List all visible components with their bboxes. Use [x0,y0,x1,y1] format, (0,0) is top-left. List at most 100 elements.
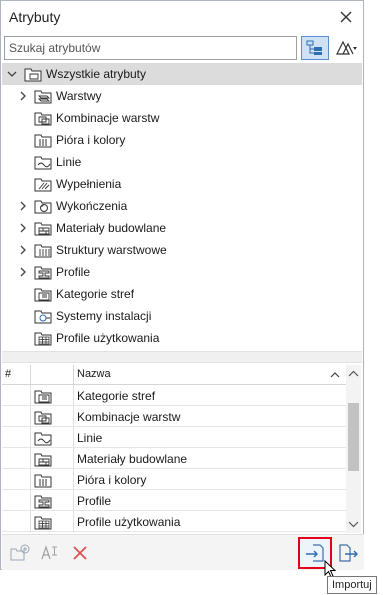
tree-item-label: Profile użytkowania [56,331,160,345]
profiles-icon [34,495,52,509]
layer-combinations-icon [34,112,52,126]
tree-item-line-types[interactable]: Linie [2,151,362,173]
tree-item-composites[interactable]: Struktury warstwowe [2,239,362,261]
delete-icon [73,546,87,560]
close-icon[interactable] [340,11,352,23]
chevron-right-icon[interactable] [18,223,28,233]
attribute-table: # Nazwa Kategorie stref Kombinacje warst… [2,365,362,533]
table-row[interactable]: Materiały budowlane [2,448,346,469]
list-view-toggle-button[interactable] [301,36,329,60]
pens-colors-icon [34,134,52,148]
tree-item-label: Wszystkie atrybuty [46,67,147,81]
tree-item-label: Wykończenia [56,199,128,213]
layer-combinations-icon [34,411,52,425]
table-row[interactable]: Profile użytkowania [2,511,346,532]
new-folder-icon [10,544,30,561]
column-divider[interactable] [73,365,74,385]
tooltip: Importuj [327,576,377,594]
search-input[interactable] [4,36,297,60]
surfaces-icon [34,200,52,214]
profiles-icon [34,266,52,280]
search-row [4,36,361,60]
table-cell-name: Materiały budowlane [77,452,188,466]
tree-item-label: Materiały budowlane [56,221,167,235]
column-header-number[interactable]: # [5,368,11,380]
table-cell-name: Kombinacje warstw [77,410,181,424]
import-icon [306,544,324,562]
filter-icon [336,40,357,55]
tree-item-label: Kategorie stref [56,287,135,301]
scrollbar-thumb[interactable] [348,403,359,471]
operation-profiles-icon [34,516,52,530]
rename-button[interactable] [38,541,62,565]
chevron-right-icon[interactable] [18,267,28,277]
scroll-up-arrow-icon[interactable] [348,369,359,379]
line-types-icon [34,156,52,170]
rename-icon [41,545,57,560]
operation-profiles-icon [34,332,52,346]
table-cell-name: Kategorie stref [77,389,156,403]
table-scrollbar[interactable] [346,365,361,533]
export-icon [339,544,358,562]
close-button[interactable] [335,6,357,28]
tree-item-label: Linie [56,155,82,169]
folder-all-icon [24,68,42,82]
chevron-right-icon[interactable] [18,91,28,101]
tree-item-fills[interactable]: Wypełnienia [2,173,362,195]
table-row[interactable]: Kombinacje warstw [2,406,346,427]
tree-item-label: Wypełnienia [56,177,122,191]
bottom-toolbar [2,534,364,570]
layers-icon [34,90,52,104]
export-button[interactable] [336,541,360,565]
list-view-icon [306,40,322,55]
titlebar: Atrybuty [1,1,363,33]
table-row[interactable]: Linie [2,427,346,448]
column-header-name[interactable]: Nazwa [77,368,111,380]
tree-item-layer-combinations[interactable]: Kombinacje warstw [2,107,362,129]
table-cell-name: Linie [77,431,103,445]
tree-item-label: Kombinacje warstw [56,111,160,125]
tree-item-profiles[interactable]: Profile [2,261,362,283]
zone-categories-icon [34,288,52,302]
attributes-window: Atrybuty Szukaj atrybutów Wszystkie atry… [0,0,364,570]
scroll-down-arrow-icon[interactable] [348,519,359,529]
tree-item-pens-colors[interactable]: Pióra i kolory [2,129,362,151]
fills-icon [34,178,52,192]
delete-button[interactable] [68,541,92,565]
panel-splitter[interactable] [2,351,362,363]
tree-item-zone-categories[interactable]: Kategorie stref [2,283,362,305]
tree-item-operation-profiles[interactable]: Profile użytkowania [2,327,362,349]
tree-item-mep-systems[interactable]: Systemy instalacji [2,305,362,327]
building-materials-icon [34,453,52,467]
table-row[interactable]: Profile [2,490,346,511]
filter-button[interactable] [332,36,362,60]
window-title: Atrybuty [9,9,61,25]
tree-item-building-materials[interactable]: Materiały budowlane [2,217,362,239]
chevron-down-icon[interactable] [7,69,17,79]
table-cell-name: Pióra i kolory [77,473,147,487]
composites-icon [34,244,52,258]
mep-systems-icon [34,310,52,324]
new-folder-button[interactable] [8,541,32,565]
tree-item-layers[interactable]: Warstwy [2,85,362,107]
tree-item-label: Systemy instalacji [56,309,152,323]
tree-item-all-attributes[interactable]: Wszystkie atrybuty [2,63,362,85]
tree-item-label: Profile [56,265,91,279]
table-header: # Nazwa [2,365,346,385]
sort-ascending-icon[interactable] [329,369,341,381]
zone-categories-icon [34,390,52,404]
table-row[interactable]: Pióra i kolory [2,469,346,490]
line-types-icon [34,432,52,446]
tree-item-label: Warstwy [56,89,102,103]
table-row[interactable]: Kategorie stref [2,385,346,406]
tree-item-label: Pióra i kolory [56,133,126,147]
tree-item-label: Struktury warstwowe [56,243,167,257]
pens-colors-icon [34,474,52,488]
column-divider[interactable] [30,365,31,385]
building-materials-icon [34,222,52,236]
table-cell-name: Profile użytkowania [77,515,181,529]
chevron-right-icon[interactable] [18,245,28,255]
tree-item-surfaces[interactable]: Wykończenia [2,195,362,217]
table-cell-name: Profile [77,494,112,508]
chevron-right-icon[interactable] [18,201,28,211]
